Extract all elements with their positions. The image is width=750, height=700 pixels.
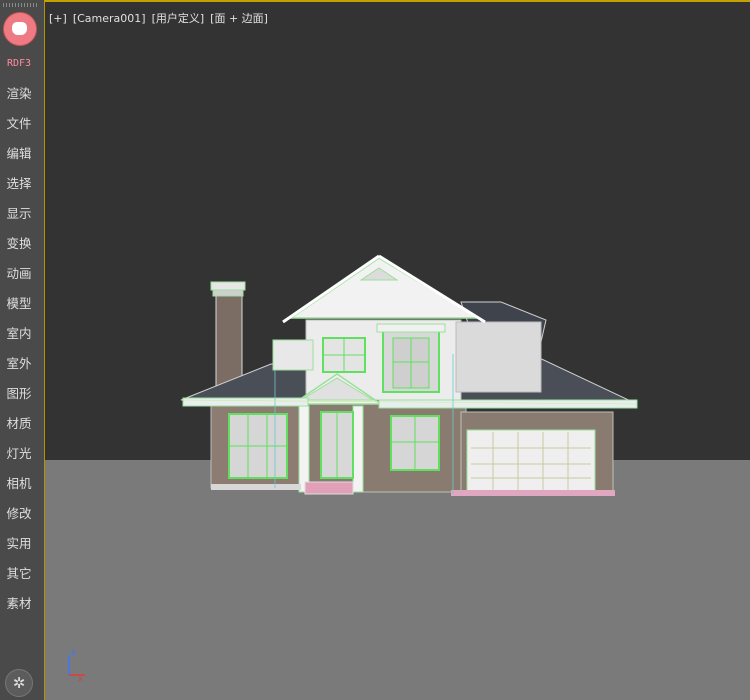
sidebar-item-exterior[interactable]: 室外 (0, 354, 38, 384)
sidebar-item-render[interactable]: 渲染 (0, 84, 38, 114)
sidebar-item-select[interactable]: 选择 (0, 174, 38, 204)
logo-icon[interactable] (4, 13, 36, 45)
sidebar-item-modify[interactable]: 修改 (0, 504, 38, 534)
axis-gizmo: z x (68, 648, 85, 681)
camera-viewport[interactable]: [+] [Camera001] [用户定义] [面 + 边面] z x (44, 0, 750, 700)
sidebar-item-assets[interactable]: 素材 (0, 594, 38, 624)
sidebar-menu: 渲染 文件 编辑 选择 显示 变换 动画 模型 室内 室外 图形 材质 灯光 相… (0, 84, 38, 624)
sidebar-item-edit[interactable]: 编辑 (0, 144, 38, 174)
sidebar-item-shapes[interactable]: 图形 (0, 384, 38, 414)
sidebar-item-material[interactable]: 材质 (0, 414, 38, 444)
axis-z-label: z (71, 648, 76, 658)
sidebar-item-lights[interactable]: 灯光 (0, 444, 38, 474)
garage-door (466, 429, 596, 493)
drag-handle[interactable] (3, 3, 37, 7)
house-model[interactable] (45, 2, 750, 700)
sidebar-item-model[interactable]: 模型 (0, 294, 38, 324)
sidebar-item-interior[interactable]: 室内 (0, 324, 38, 354)
sidebar-item-transform[interactable]: 变换 (0, 234, 38, 264)
settings-gear-icon[interactable]: ✲ (5, 669, 33, 697)
sidebar: RDF3 渲染 文件 编辑 选择 显示 变换 动画 模型 室内 室外 图形 材质… (0, 0, 45, 700)
sidebar-item-animation[interactable]: 动画 (0, 264, 38, 294)
axis-x-label: x (78, 674, 83, 681)
main-gable (288, 257, 482, 319)
sidebar-item-display[interactable]: 显示 (0, 204, 38, 234)
sidebar-item-other[interactable]: 其它 (0, 564, 38, 594)
brand-label: RDF3 (6, 58, 32, 69)
sidebar-item-file[interactable]: 文件 (0, 114, 38, 144)
sidebar-item-utilities[interactable]: 实用 (0, 534, 38, 564)
sidebar-item-camera[interactable]: 相机 (0, 474, 38, 504)
